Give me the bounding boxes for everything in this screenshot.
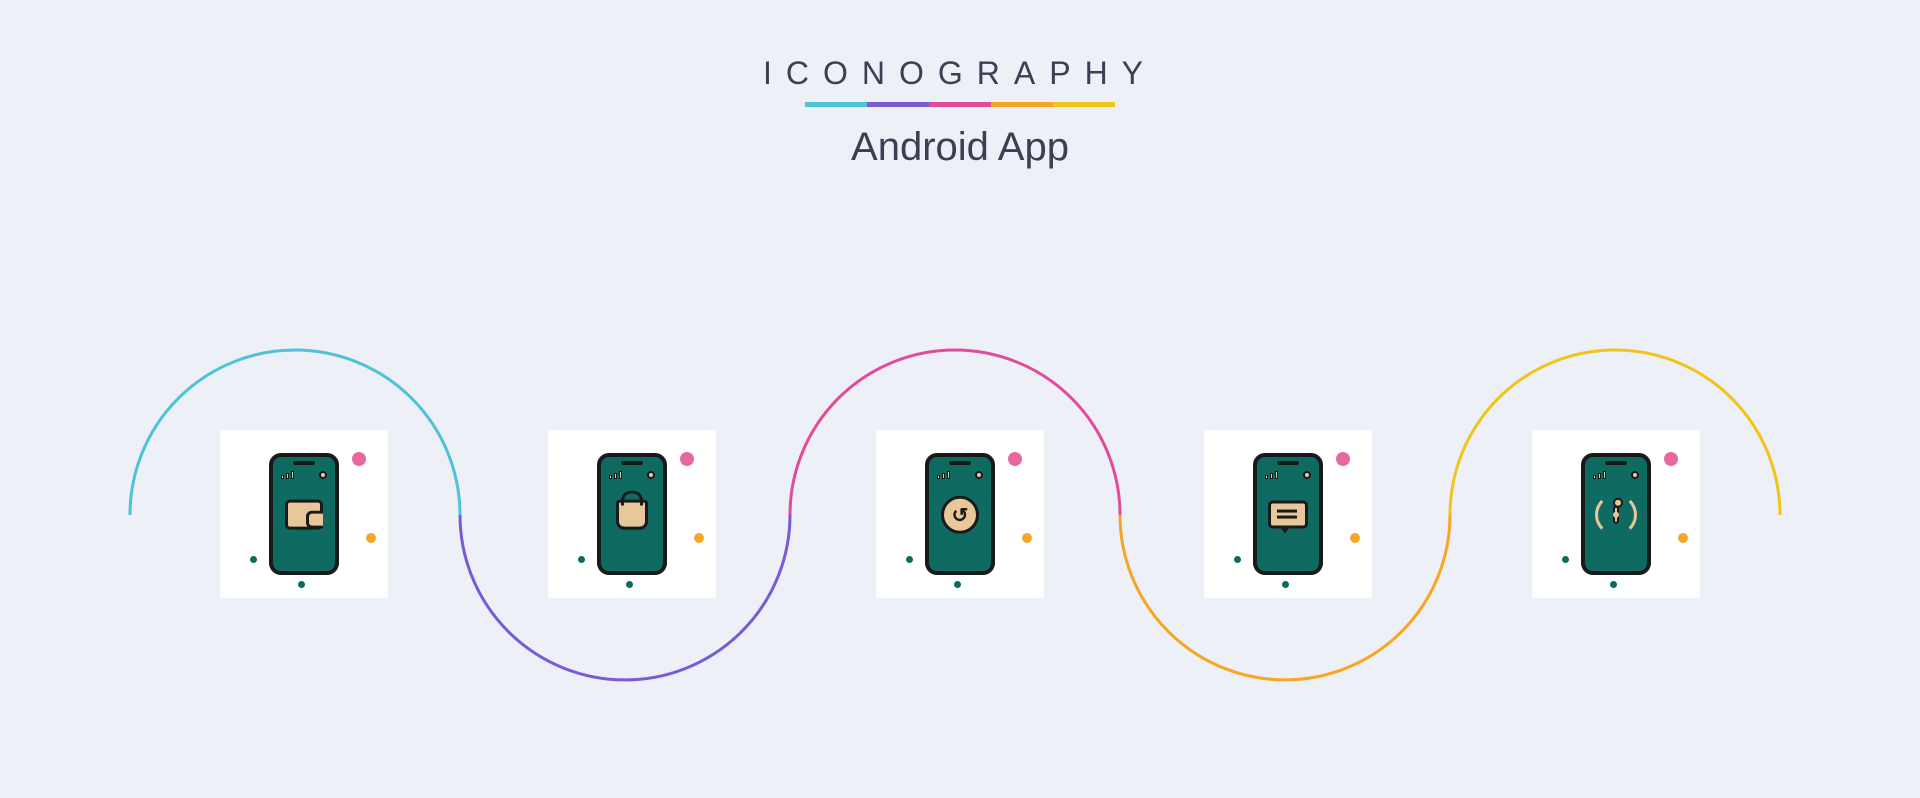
header: ICONOGRAPHY Android App (0, 0, 1920, 170)
deco-dot (1022, 533, 1032, 543)
icon-card-message (1204, 430, 1372, 598)
deco-dot (1610, 581, 1617, 588)
deco-dot (680, 452, 694, 466)
stripe-2 (867, 102, 929, 107)
deco-dot (694, 533, 704, 543)
phone-info-icon (1581, 453, 1651, 575)
stripe-5 (1053, 102, 1115, 107)
subtitle: Android App (0, 125, 1920, 170)
deco-dot (1282, 581, 1289, 588)
phone-wallet-icon (269, 453, 339, 575)
phone-reload-icon: ↺ (925, 453, 995, 575)
icon-card-shopping (548, 430, 716, 598)
phone-message-icon (1253, 453, 1323, 575)
stripe-1 (805, 102, 867, 107)
deco-dot (1562, 556, 1569, 563)
deco-dot (1350, 533, 1360, 543)
stripe-4 (991, 102, 1053, 107)
deco-dot (352, 452, 366, 466)
deco-dot (626, 581, 633, 588)
icon-card-reload: ↺ (876, 430, 1044, 598)
deco-dot (250, 556, 257, 563)
deco-dot (1678, 533, 1688, 543)
phone-shopping-icon (597, 453, 667, 575)
color-stripes (0, 102, 1920, 107)
deco-dot (578, 556, 585, 563)
icons-row: ↺ (0, 430, 1920, 598)
deco-dot (1664, 452, 1678, 466)
brand-title: ICONOGRAPHY (0, 55, 1920, 92)
deco-dot (1008, 452, 1022, 466)
stripe-3 (929, 102, 991, 107)
deco-dot (1234, 556, 1241, 563)
deco-dot (298, 581, 305, 588)
deco-dot (366, 533, 376, 543)
deco-dot (906, 556, 913, 563)
deco-dot (1336, 452, 1350, 466)
icon-card-info (1532, 430, 1700, 598)
icon-card-wallet (220, 430, 388, 598)
deco-dot (954, 581, 961, 588)
